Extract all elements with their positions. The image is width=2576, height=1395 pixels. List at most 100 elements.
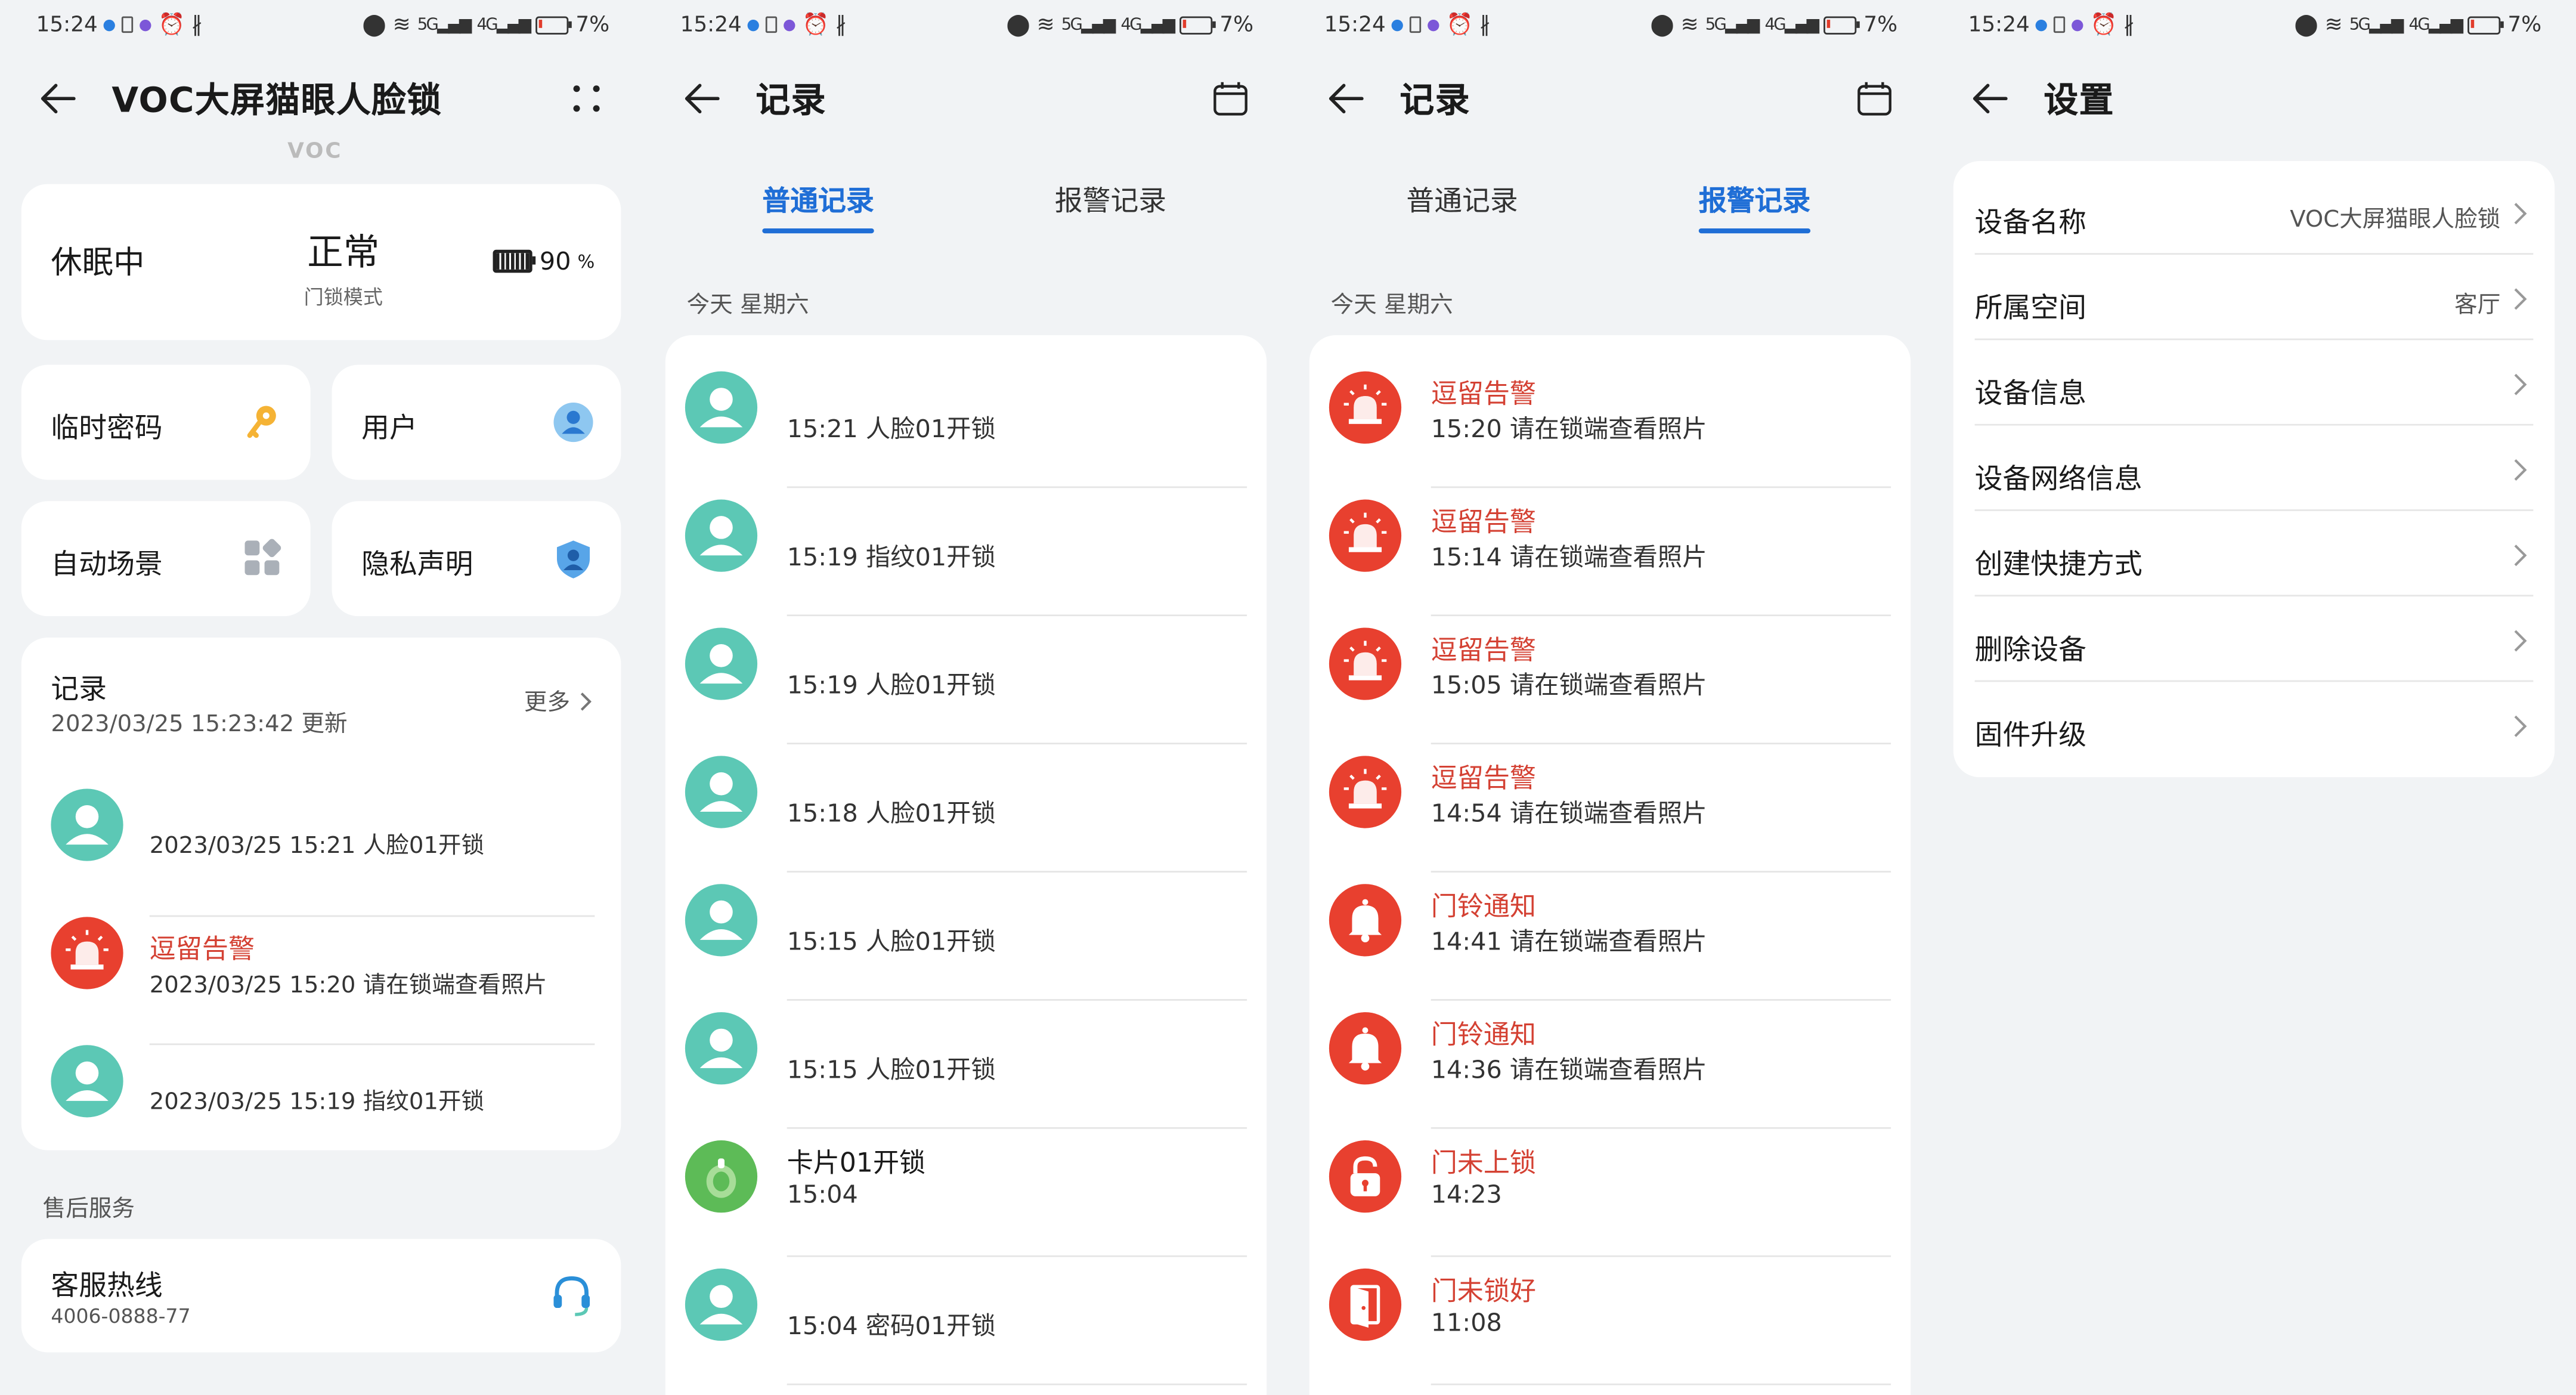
more-options-button[interactable] bbox=[565, 77, 608, 120]
app-canvas: 15:24 ⏰ ∦ ⬤ ≋ 5G▂▄▆ 4G▂▄▆ 7% VOC大屏猫眼人脸锁 bbox=[0, 0, 2576, 1395]
user-avatar-icon bbox=[685, 756, 758, 828]
bell-icon bbox=[1329, 884, 1402, 957]
user-avatar-icon bbox=[51, 1045, 123, 1118]
setting-device-info[interactable]: 设备信息 bbox=[1974, 340, 2534, 426]
list-item[interactable]: 逗留告警 15:14 请在锁端查看照片 bbox=[1329, 499, 1891, 628]
alarm-list: 逗留告警 15:20 请在锁端查看照片 逗留告警 15:14 请在锁端查看照片 … bbox=[1309, 335, 1911, 1395]
list-item[interactable]: 逗留告警 15:20 请在锁端查看照片 bbox=[1329, 371, 1891, 500]
list-item[interactable]: 卡片01开锁 15:04 bbox=[685, 1140, 1247, 1269]
users-tile[interactable]: 用户 bbox=[332, 364, 621, 480]
user-avatar-icon bbox=[685, 371, 758, 444]
divider bbox=[1431, 999, 1891, 1001]
calendar-button[interactable] bbox=[1209, 77, 1252, 120]
record-item[interactable]: 2023/03/25 15:21 人脸01开锁 bbox=[51, 788, 595, 917]
setting-create-shortcut[interactable]: 创建快捷方式 bbox=[1974, 511, 2534, 597]
list-item[interactable]: 15:19 人脸01开锁 bbox=[685, 627, 1247, 756]
tab-alarm-records[interactable]: 报警记录 bbox=[1055, 178, 1166, 218]
setting-delete-device[interactable]: 删除设备 bbox=[1974, 596, 2534, 682]
wifi-icon: ≋ bbox=[1680, 12, 1699, 37]
calendar-button[interactable] bbox=[1853, 77, 1896, 120]
list-item[interactable]: 逗留告警 14:54 请在锁端查看照片 bbox=[1329, 756, 1891, 884]
divider bbox=[1431, 1255, 1891, 1257]
record-item[interactable]: 逗留告警 2023/03/25 15:20 请在锁端查看照片 bbox=[51, 917, 595, 1046]
divider bbox=[1431, 743, 1891, 745]
list-item[interactable]: 15:15 人脸01开锁 bbox=[685, 884, 1247, 1012]
list-item[interactable]: 15:18 人脸01开锁 bbox=[685, 756, 1247, 884]
list-item[interactable]: 15:15 人脸01开锁 bbox=[685, 1012, 1247, 1140]
list-item[interactable]: 门未上锁 14:23 bbox=[1329, 1140, 1891, 1269]
header: VOC大屏猫眼人脸锁 bbox=[36, 69, 608, 128]
active-tab-indicator bbox=[1698, 228, 1811, 234]
back-button[interactable] bbox=[1968, 77, 2011, 120]
list-item[interactable]: 15:04 密码01开锁 bbox=[685, 1268, 1247, 1395]
user-avatar-icon bbox=[685, 627, 758, 700]
battery-icon bbox=[2468, 16, 2504, 34]
records-updated: 2023/03/25 15:23:42 更新 bbox=[51, 711, 348, 738]
divider bbox=[787, 999, 1247, 1001]
list-item[interactable]: 门铃通知 14:41 请在锁端查看照片 bbox=[1329, 884, 1891, 1012]
card-tag-icon bbox=[685, 1140, 758, 1213]
app-notification-icon bbox=[2072, 18, 2084, 30]
clock: 15:24 bbox=[680, 12, 742, 37]
temp-password-tile[interactable]: 临时密码 bbox=[21, 364, 311, 480]
tab-normal-records[interactable]: 普通记录 bbox=[762, 178, 874, 234]
tab-alarm-records[interactable]: 报警记录 bbox=[1698, 178, 1811, 234]
setting-firmware-upgrade[interactable]: 固件升级 bbox=[1975, 682, 2534, 767]
divider bbox=[787, 1383, 1247, 1385]
list-item[interactable]: 门未锁好 11:08 bbox=[1329, 1268, 1891, 1395]
battery-icon bbox=[1824, 16, 1860, 34]
device-status-card: 休眠中 正常 门锁模式 90% bbox=[21, 184, 621, 341]
hotline-number: 4006-0888-77 bbox=[51, 1304, 191, 1328]
tab-normal-records[interactable]: 普通记录 bbox=[1406, 178, 1518, 218]
clock: 15:24 bbox=[1968, 12, 2030, 37]
app-notification-icon bbox=[1428, 18, 1440, 30]
record-tabs: 普通记录 报警记录 bbox=[644, 178, 1288, 243]
privacy-tile[interactable]: 隐私声明 bbox=[332, 501, 621, 617]
back-button[interactable] bbox=[36, 77, 79, 120]
calendar-icon bbox=[1213, 82, 1247, 116]
header: 设置 bbox=[1968, 69, 2540, 128]
signal-icon: 5G▂▄▆ bbox=[2349, 16, 2404, 34]
records-normal-screen: 15:24 ⏰ ∦ ⬤ ≋ 5G▂▄▆ 4G▂▄▆ 7% 记录 普通记录 报警记… bbox=[643, 0, 1288, 1395]
back-button[interactable] bbox=[680, 77, 723, 120]
lock-mode: 门锁模式 bbox=[304, 286, 383, 309]
chevron-right-icon bbox=[580, 692, 592, 711]
app-notification-icon bbox=[2036, 18, 2048, 30]
device-state: 休眠中 bbox=[51, 245, 145, 282]
header: 记录 bbox=[1324, 69, 1896, 128]
list-item[interactable]: 15:21 人脸01开锁 bbox=[685, 371, 1247, 500]
back-button[interactable] bbox=[1324, 77, 1367, 120]
records-title: 记录 bbox=[51, 673, 107, 707]
list-item[interactable]: 门铃通知 14:36 请在锁端查看照片 bbox=[1329, 1012, 1891, 1140]
phone-icon bbox=[2054, 16, 2066, 33]
settings-list: 设备名称 VOC大屏猫眼人脸锁 所属空间 客厅 设备信息 设备网络信息 创建快捷… bbox=[1953, 160, 2555, 778]
status-bar: 15:24 ⏰ ∦ ⬤ ≋ 5G▂▄▆ 4G▂▄▆ 7% bbox=[680, 10, 1254, 40]
status-bar: 15:24 ⏰ ∦ ⬤ ≋ 5G▂▄▆ 4G▂▄▆ 7% bbox=[1324, 10, 1898, 40]
signal-icon: 5G▂▄▆ bbox=[1061, 16, 1116, 34]
setting-network-info[interactable]: 设备网络信息 bbox=[1974, 426, 2534, 511]
key-icon bbox=[247, 406, 276, 438]
list-item[interactable]: 15:19 指纹01开锁 bbox=[685, 499, 1247, 628]
signal-icon: 5G▂▄▆ bbox=[417, 16, 472, 34]
list-item[interactable]: 逗留告警 15:05 请在锁端查看照片 bbox=[1329, 627, 1891, 756]
records-more-link[interactable]: 更多 bbox=[524, 685, 592, 718]
chevron-right-icon bbox=[2514, 630, 2527, 652]
page-title: 设置 bbox=[2044, 80, 2114, 120]
signal-icon: 5G▂▄▆ bbox=[1705, 16, 1760, 34]
unlocked-padlock-icon bbox=[1329, 1140, 1402, 1213]
signal-icon: 4G▂▄▆ bbox=[1764, 16, 1819, 34]
auto-scene-tile[interactable]: 自动场景 bbox=[21, 501, 311, 617]
records-card: 记录 2023/03/25 15:23:42 更新 更多 2023/03/25 … bbox=[21, 637, 621, 1150]
bluetooth-icon: ∦ bbox=[835, 12, 847, 37]
setting-room[interactable]: 所属空间 客厅 bbox=[1974, 255, 2534, 341]
alarm-icon: ⏰ bbox=[158, 12, 185, 37]
device-battery: 90% bbox=[493, 246, 595, 276]
user-avatar-icon bbox=[685, 499, 758, 572]
battery-icon bbox=[536, 16, 572, 34]
record-item[interactable]: 2023/03/25 15:19 指纹01开锁 bbox=[51, 1045, 595, 1173]
clock: 15:24 bbox=[36, 12, 98, 37]
hotline-card[interactable]: 客服热线 4006-0888-77 bbox=[21, 1239, 621, 1353]
setting-device-name[interactable]: 设备名称 VOC大屏猫眼人脸锁 bbox=[1974, 169, 2534, 255]
section-label: 售后服务 bbox=[42, 1196, 135, 1223]
divider bbox=[787, 614, 1247, 617]
